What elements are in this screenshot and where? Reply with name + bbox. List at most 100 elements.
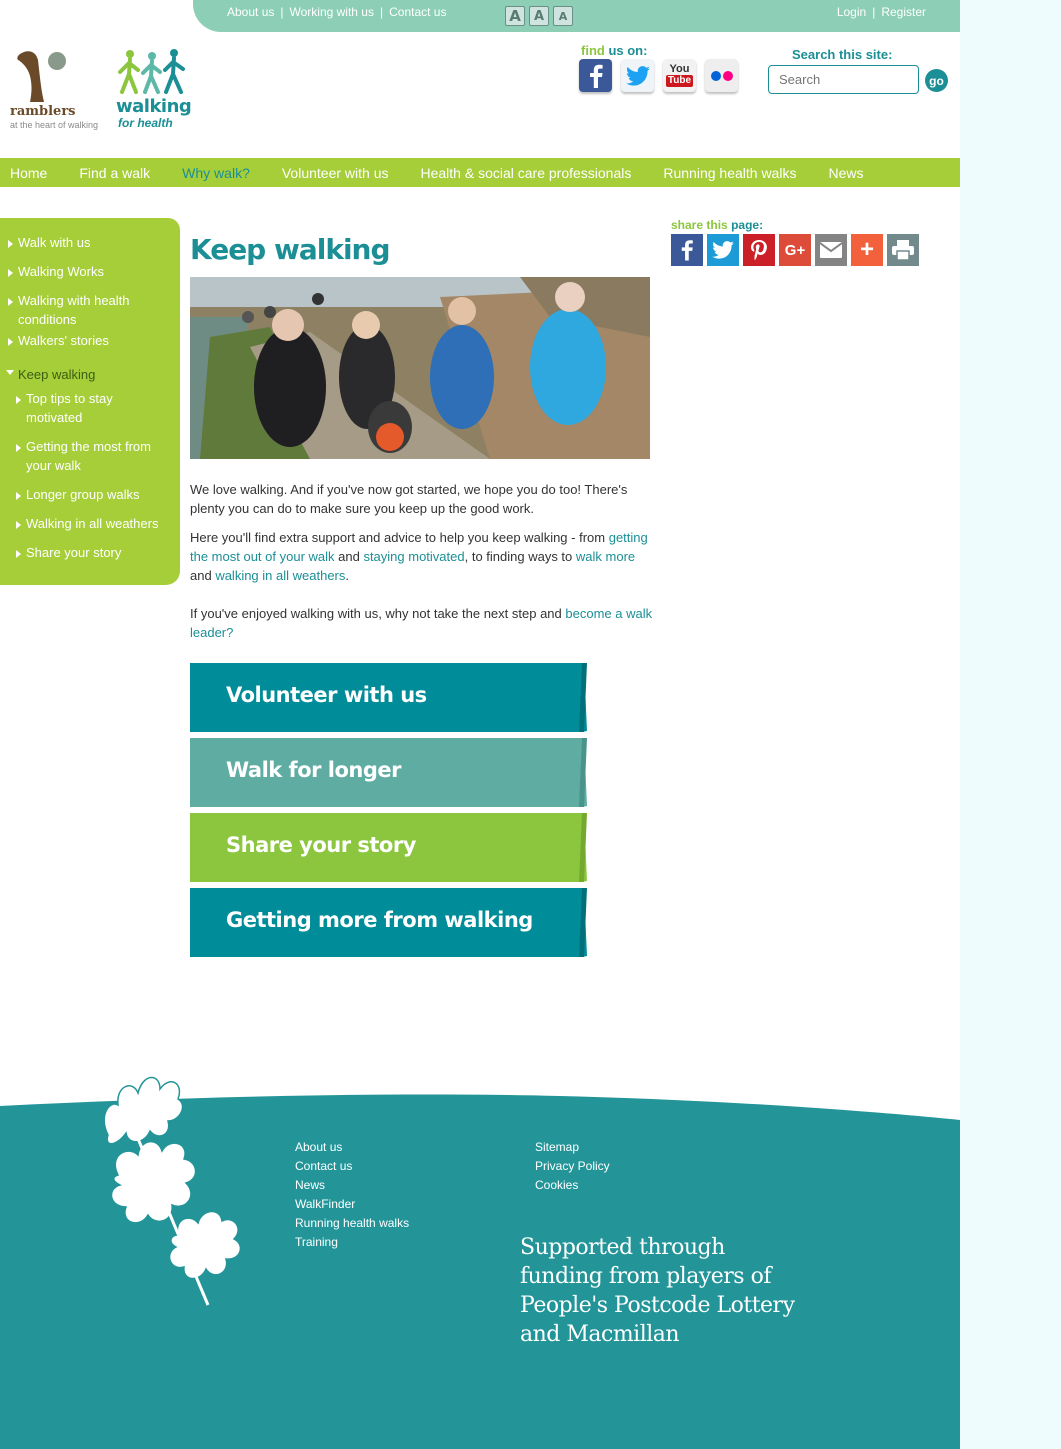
share-twitter-icon[interactable] bbox=[707, 234, 739, 266]
nav-home[interactable]: Home bbox=[10, 165, 47, 181]
sidebar-item-label: Walking Works bbox=[18, 264, 104, 279]
social-links: You Tube bbox=[579, 59, 738, 92]
walk-leader-paragraph: If you've enjoyed walking with us, why n… bbox=[190, 604, 655, 642]
register-link[interactable]: Register bbox=[881, 5, 926, 19]
sidebar-item-walkers-stories[interactable]: Walkers' stories bbox=[8, 331, 168, 350]
sidebar-item-label: Walking with health conditions bbox=[18, 293, 130, 327]
this-word: this bbox=[706, 218, 728, 232]
font-size-small-button[interactable]: A bbox=[553, 6, 573, 26]
walk-more-link[interactable]: walk more bbox=[576, 549, 635, 564]
sidebar-item-label: Keep walking bbox=[18, 367, 96, 382]
sidebar-item-walking-works[interactable]: Walking Works bbox=[8, 262, 168, 281]
banner-label: Walk for longer bbox=[226, 758, 402, 782]
us-on-label: us on: bbox=[608, 43, 648, 58]
main-nav: Home Find a walk Why walk? Volunteer wit… bbox=[0, 158, 960, 187]
separator: | bbox=[379, 5, 384, 19]
staying-motivated-link[interactable]: staying motivated bbox=[363, 549, 464, 564]
youtube-you-label: You bbox=[669, 63, 690, 75]
sidebar: Walk with us Walking Works Walking with … bbox=[0, 218, 180, 585]
nav-news[interactable]: News bbox=[828, 165, 863, 181]
getting-more-banner[interactable]: Getting more from walking bbox=[190, 888, 587, 957]
walk-for-longer-banner[interactable]: Walk for longer bbox=[190, 738, 587, 807]
utility-links: About us | Working with us | Contact us bbox=[227, 5, 446, 19]
search-label: Search this site: bbox=[792, 47, 893, 62]
share-google-plus-icon[interactable]: G+ bbox=[779, 234, 811, 266]
share-pinterest-icon[interactable] bbox=[743, 234, 775, 266]
search-go-button[interactable]: go bbox=[925, 69, 948, 92]
sidebar-item-label: Walk with us bbox=[18, 235, 91, 250]
sidebar-item-label: Longer group walks bbox=[26, 487, 140, 502]
footer-running-health-walks-link[interactable]: Running health walks bbox=[295, 1216, 409, 1230]
footer-walkfinder-link[interactable]: WalkFinder bbox=[295, 1197, 355, 1211]
share-print-icon[interactable] bbox=[887, 234, 919, 266]
contact-us-link[interactable]: Contact us bbox=[389, 5, 446, 19]
chevron-right-icon bbox=[8, 338, 13, 346]
nav-volunteer[interactable]: Volunteer with us bbox=[282, 165, 389, 181]
footer-sitemap-link[interactable]: Sitemap bbox=[535, 1140, 579, 1154]
search-input[interactable] bbox=[768, 65, 919, 94]
share-your-story-banner[interactable]: Share your story bbox=[190, 813, 587, 882]
sidebar-item-label: Walkers' stories bbox=[18, 333, 109, 348]
walking-for-health-logo[interactable]: walking for health bbox=[116, 48, 196, 132]
footer-links-secondary: Sitemap Privacy Policy Cookies bbox=[535, 1138, 610, 1195]
nav-running-health-walks[interactable]: Running health walks bbox=[663, 165, 796, 181]
share-facebook-icon[interactable] bbox=[671, 234, 703, 266]
footer-links-primary: About us Contact us News WalkFinder Runn… bbox=[295, 1138, 409, 1252]
chevron-right-icon bbox=[8, 269, 13, 277]
ramblers-tagline: at the heart of walking bbox=[10, 120, 99, 130]
account-links: Login | Register bbox=[837, 5, 926, 19]
sidebar-subitem-all-weathers[interactable]: Walking in all weathers bbox=[16, 514, 166, 533]
share-plus-icon[interactable]: + bbox=[851, 234, 883, 266]
utility-bar: About us | Working with us | Contact us A A … bbox=[193, 0, 960, 32]
footer-about-us-link[interactable]: About us bbox=[295, 1140, 342, 1154]
footer-privacy-policy-link[interactable]: Privacy Policy bbox=[535, 1159, 610, 1173]
sidebar-item-label: Walking in all weathers bbox=[26, 516, 159, 531]
ramblers-name: ramblers bbox=[10, 104, 76, 119]
sidebar-subitem-share-story[interactable]: Share your story bbox=[16, 543, 166, 562]
hero-photo bbox=[190, 277, 650, 459]
sidebar-subitem-top-tips[interactable]: Top tips to stay motivated bbox=[16, 389, 166, 427]
login-link[interactable]: Login bbox=[837, 5, 866, 19]
footer-news-link[interactable]: News bbox=[295, 1178, 325, 1192]
ramblers-logo[interactable]: ramblers at the heart of walking bbox=[8, 48, 108, 132]
chevron-right-icon bbox=[8, 240, 13, 248]
chevron-right-icon bbox=[16, 550, 21, 558]
font-size-large-button[interactable]: A bbox=[505, 6, 525, 26]
sidebar-item-keep-walking[interactable]: Keep walking bbox=[6, 365, 168, 384]
twitter-icon[interactable] bbox=[621, 59, 654, 92]
sidebar-item-walk-with-us[interactable]: Walk with us bbox=[8, 233, 168, 252]
footer-contact-us-link[interactable]: Contact us bbox=[295, 1159, 352, 1173]
text-fragment: and bbox=[334, 549, 364, 564]
working-with-us-link[interactable]: Working with us bbox=[290, 5, 374, 19]
chevron-right-icon bbox=[16, 492, 21, 500]
chevron-right-icon bbox=[16, 444, 21, 452]
flickr-icon[interactable] bbox=[705, 59, 738, 92]
page-word: page: bbox=[731, 218, 764, 232]
youtube-icon[interactable]: You Tube bbox=[663, 59, 696, 92]
all-weathers-link[interactable]: walking in all weathers bbox=[215, 568, 345, 583]
banner-label: Getting more from walking bbox=[226, 908, 533, 932]
footer-training-link[interactable]: Training bbox=[295, 1235, 338, 1249]
about-us-link[interactable]: About us bbox=[227, 5, 274, 19]
sidebar-item-health-conditions[interactable]: Walking with health conditions bbox=[8, 291, 168, 329]
sidebar-subitem-longer-group-walks[interactable]: Longer group walks bbox=[16, 485, 166, 504]
support-paragraph: Here you'll find extra support and advic… bbox=[190, 528, 655, 585]
nav-why-walk[interactable]: Why walk? bbox=[182, 165, 250, 181]
separator: | bbox=[280, 5, 284, 19]
font-size-controls: A A A bbox=[505, 6, 573, 26]
footer-cookies-link[interactable]: Cookies bbox=[535, 1178, 578, 1192]
text-fragment: Here you'll find extra support and advic… bbox=[190, 530, 609, 545]
sidebar-subitem-most-from-walk[interactable]: Getting the most from your walk bbox=[16, 437, 166, 475]
nav-find-a-walk[interactable]: Find a walk bbox=[79, 165, 150, 181]
wfh-name: walking bbox=[116, 96, 192, 117]
chevron-right-icon bbox=[16, 396, 21, 404]
text-fragment: . bbox=[345, 568, 350, 583]
facebook-icon[interactable] bbox=[579, 59, 612, 92]
volunteer-banner[interactable]: Volunteer with us bbox=[190, 663, 587, 732]
content-body: We love walking. And if you've now got s… bbox=[190, 480, 655, 652]
nav-health-professionals[interactable]: Health & social care professionals bbox=[420, 165, 631, 181]
share-word: share bbox=[671, 218, 704, 232]
font-size-medium-button[interactable]: A bbox=[529, 6, 549, 26]
ramblers-tree-icon bbox=[17, 51, 66, 102]
share-email-icon[interactable] bbox=[815, 234, 847, 266]
